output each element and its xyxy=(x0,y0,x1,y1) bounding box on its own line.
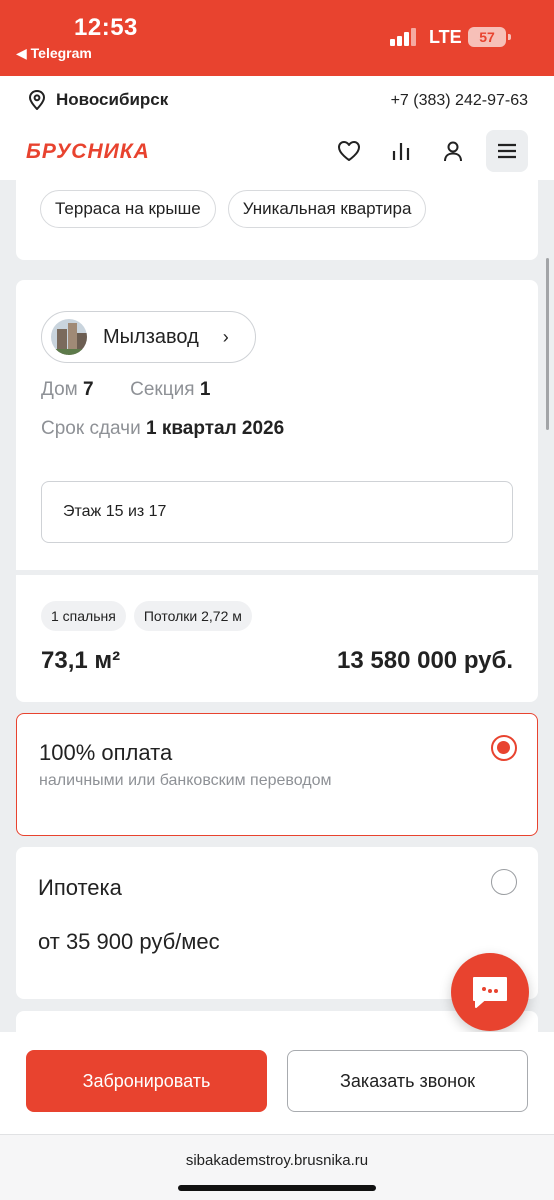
feature-chips: Терраса на крыше Уникальная квартира xyxy=(40,190,427,228)
book-button[interactable]: Забронировать xyxy=(26,1050,267,1112)
page-url[interactable]: sibakademstroy.brusnika.ru xyxy=(0,1152,554,1169)
section-value: 1 xyxy=(199,379,211,400)
house-section-row: Дом 7 Секция 1 xyxy=(41,379,210,401)
payment-option-title: 100% оплата xyxy=(39,740,173,765)
brand-logo[interactable]: БРУСНИКА xyxy=(26,140,150,164)
radio-selected[interactable] xyxy=(491,735,517,761)
status-bar: 12:53 ◀ Telegram LTE 57 xyxy=(0,0,554,76)
apartment-area: 73,1 м² xyxy=(41,647,121,674)
user-icon xyxy=(444,141,462,162)
payment-option-subtitle: наличными или банковским переводом xyxy=(39,772,332,789)
favorites-button[interactable] xyxy=(330,131,368,171)
chevron-right-icon: › xyxy=(222,326,229,347)
feature-chip: Терраса на крыше xyxy=(40,190,216,228)
payment-option-title: Ипотека xyxy=(38,875,122,900)
mortgage-monthly-payment: от 35 900 руб/мес xyxy=(38,929,220,954)
apartment-tag: 1 спальня xyxy=(41,601,126,631)
apartment-price: 13 580 000 руб. xyxy=(337,647,513,674)
scrollbar[interactable] xyxy=(546,258,549,430)
profile-button[interactable] xyxy=(434,131,472,171)
apartment-tag: Потолки 2,72 м xyxy=(133,601,252,631)
phone-link[interactable]: +7 (383) 242-97-63 xyxy=(391,92,528,110)
signal-icon xyxy=(390,28,418,46)
house-value: 7 xyxy=(83,379,94,400)
request-call-button[interactable]: Заказать звонок xyxy=(287,1050,528,1112)
feature-chip: Уникальная квартира xyxy=(227,190,427,228)
compare-icon xyxy=(392,143,410,160)
payment-option-full[interactable]: 100% оплата наличными или банковским пер… xyxy=(16,713,538,836)
header-actions xyxy=(330,130,528,172)
bottom-action-bar: Забронировать Заказать звонок xyxy=(0,1032,554,1134)
building-card: Мылзавод › Дом 7 Секция 1 Срок сдачи 1 к… xyxy=(16,280,538,570)
site-header: Новосибирск +7 (383) 242-97-63 БРУСНИКА xyxy=(0,76,554,180)
status-time: 12:53 xyxy=(74,14,138,41)
chat-button[interactable] xyxy=(451,953,529,1031)
back-to-telegram-link[interactable]: ◀ Telegram xyxy=(16,45,92,62)
heart-icon xyxy=(338,141,360,161)
apartment-tags: 1 спальня Потолки 2,72 м xyxy=(41,601,252,631)
project-link[interactable]: Мылзавод › xyxy=(41,311,256,363)
deadline-row: Срок сдачи 1 квартал 2026 xyxy=(41,418,284,440)
browser-url-bar: sibakademstroy.brusnika.ru xyxy=(0,1134,554,1200)
house-label: Дом xyxy=(41,379,78,400)
deadline-label: Срок сдачи xyxy=(41,418,141,439)
chat-icon xyxy=(473,977,507,1008)
city-name: Новосибирск xyxy=(56,90,169,109)
home-indicator[interactable] xyxy=(178,1185,376,1191)
menu-icon xyxy=(498,143,516,159)
project-name: Мылзавод xyxy=(103,325,199,348)
battery-icon: 57 xyxy=(468,27,511,47)
radio-unselected[interactable] xyxy=(491,869,517,895)
floor-selector[interactable]: Этаж 15 из 17 xyxy=(41,481,513,543)
apartment-card: 1 спальня Потолки 2,72 м 73,1 м² 13 580 … xyxy=(16,575,538,702)
menu-button[interactable] xyxy=(486,130,528,172)
compare-button[interactable] xyxy=(382,131,420,171)
network-type: LTE xyxy=(429,27,462,47)
project-thumbnail xyxy=(51,319,87,355)
city-selector[interactable]: Новосибирск xyxy=(28,90,168,110)
section-label: Секция xyxy=(130,379,195,400)
location-pin-icon xyxy=(28,90,46,110)
deadline-value: 1 квартал 2026 xyxy=(145,418,285,439)
